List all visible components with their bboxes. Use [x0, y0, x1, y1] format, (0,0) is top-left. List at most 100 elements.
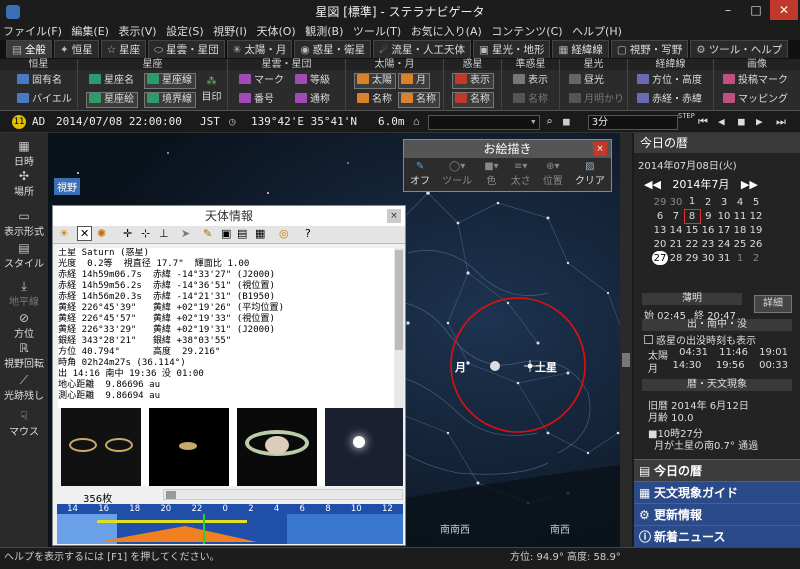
location-button[interactable]: ✣ 場所: [0, 169, 48, 198]
horizon-button[interactable]: ⤓ 地平線: [0, 279, 48, 308]
nebula-mag-toggle[interactable]: 等級: [292, 73, 334, 89]
tab-tools-help[interactable]: ⚙ ツール・ヘルプ: [690, 40, 789, 58]
palette-close-button[interactable]: ×: [593, 142, 607, 156]
search-input[interactable]: [428, 115, 540, 130]
moon-name-toggle[interactable]: 名称: [398, 92, 440, 108]
crossed-icon[interactable]: ✕: [77, 226, 93, 241]
thumbnail[interactable]: [325, 408, 403, 486]
thumbnail[interactable]: [237, 408, 317, 486]
menu-help[interactable]: ヘルプ(H): [572, 25, 622, 38]
thumbnail[interactable]: [61, 408, 141, 486]
detail-button[interactable]: 詳細: [754, 295, 792, 313]
mouse-button[interactable]: ☟ マウス: [0, 409, 48, 438]
tab-grid[interactable]: ▦ 経緯線: [552, 40, 609, 58]
search-icon[interactable]: ⌕: [546, 111, 553, 133]
location-icon[interactable]: ⌂: [413, 111, 420, 133]
draw-position-button[interactable]: ⊕▾ 位置: [543, 161, 563, 187]
radec-grid-toggle[interactable]: 赤経・赤緯: [634, 92, 706, 108]
const-boundary-toggle[interactable]: 境界線: [144, 92, 196, 108]
planet-rise-checkbox[interactable]: 惑星の出没時刻も表示: [644, 332, 756, 347]
display-mode-button[interactable]: ▭ 表示形式: [0, 209, 48, 238]
daylight-toggle[interactable]: 昼光: [566, 73, 608, 89]
bayer-toggle[interactable]: バイエル: [14, 92, 76, 108]
nav-news[interactable]: ⓘ 新着ニュース: [634, 525, 800, 547]
sky-scrollbar[interactable]: [620, 133, 632, 547]
tab-sun-moon[interactable]: ✳ 太陽・月: [226, 40, 293, 58]
tab-stars[interactable]: ✦ 恒星: [53, 40, 99, 58]
skip-forward-icon[interactable]: ⏭: [776, 111, 786, 133]
draw-tool-button[interactable]: ◯▾ ツール: [442, 161, 472, 187]
planet-show-toggle[interactable]: 表示: [452, 73, 494, 89]
clock-icon[interactable]: ◷: [229, 111, 236, 133]
move-icon[interactable]: ⊹: [141, 227, 150, 240]
tab-constellations[interactable]: ☆ 星座: [100, 40, 147, 58]
chevron-down-icon[interactable]: ▾: [530, 111, 537, 133]
trail-button[interactable]: ⟋ 光跡残し: [0, 373, 48, 402]
window-icon[interactable]: ▣: [221, 227, 231, 240]
nebula-number-toggle[interactable]: 番号: [236, 92, 278, 108]
menu-file[interactable]: ファイル(F): [3, 25, 62, 38]
image-icon[interactable]: ▦: [255, 227, 265, 240]
target-icon[interactable]: ◎: [279, 227, 289, 240]
menu-favorites[interactable]: お気に入り(A): [411, 25, 482, 38]
nav-today[interactable]: ▤ 今日の暦: [634, 459, 800, 481]
dwarf-show-toggle[interactable]: 表示: [510, 73, 552, 89]
proper-name-toggle[interactable]: 固有名: [14, 73, 66, 89]
moonlight-toggle[interactable]: 月明かり: [566, 92, 628, 108]
thumbnail[interactable]: [149, 408, 229, 486]
tab-general[interactable]: ▤ 全般: [6, 40, 52, 58]
tab-meteors[interactable]: ☄ 流星・人工天体: [373, 40, 472, 58]
altaz-grid-toggle[interactable]: 方位・高度: [634, 73, 706, 89]
menu-settings[interactable]: 設定(S): [166, 25, 204, 38]
crosshair-icon[interactable]: ✛: [123, 227, 132, 240]
draw-width-button[interactable]: ≡▾ 太さ: [511, 161, 531, 187]
menu-edit[interactable]: 編集(E): [71, 25, 109, 38]
bulb-icon[interactable]: ✺: [97, 227, 106, 240]
const-name-toggle[interactable]: 星座名: [86, 73, 138, 89]
tab-nebulae[interactable]: ⬭ 星雲・星団: [148, 40, 225, 58]
draw-color-button[interactable]: ■▾ 色: [484, 161, 498, 187]
menu-tools[interactable]: ツール(T): [353, 25, 401, 38]
pointer-icon[interactable]: ➤: [181, 227, 190, 240]
sun-name-toggle[interactable]: 名称: [354, 92, 396, 108]
tab-field[interactable]: ▢ 視野・写野: [610, 40, 689, 58]
const-line-toggle[interactable]: 星座線: [144, 73, 196, 89]
moon-label[interactable]: 月: [455, 359, 466, 375]
image-scrollbar[interactable]: [163, 489, 403, 500]
step-select[interactable]: 3分: [588, 115, 678, 130]
post-mark-toggle[interactable]: 投稿マーク: [720, 73, 792, 89]
datetime-button[interactable]: ▦ 日時: [0, 139, 48, 168]
next-year-icon[interactable]: ▶▶: [741, 178, 758, 191]
tab-planets[interactable]: ◉ 惑星・衛星: [294, 40, 372, 58]
planet-name-toggle[interactable]: 名称: [452, 92, 494, 108]
menu-object[interactable]: 天体(O): [256, 25, 295, 38]
selected-day[interactable]: 8: [683, 208, 701, 224]
minimize-button[interactable]: –: [714, 0, 742, 20]
time-mode-icon[interactable]: 11: [12, 115, 26, 129]
style-button[interactable]: ▤ スタイル: [0, 241, 48, 270]
edit-icon[interactable]: ✎: [203, 227, 212, 240]
sun-toggle[interactable]: 太陽: [354, 73, 396, 89]
menu-observe[interactable]: 観測(B): [305, 25, 343, 38]
nebula-mark-toggle[interactable]: マーク: [236, 73, 288, 89]
pan-icon[interactable]: ⊥: [159, 227, 169, 240]
nav-updates[interactable]: ⚙ 更新情報: [634, 503, 800, 525]
step-back-icon[interactable]: ◀: [718, 111, 725, 133]
mapping-toggle[interactable]: マッピング: [720, 92, 792, 108]
datetime-field[interactable]: 2014/07/08 22:00:00: [56, 111, 182, 133]
sun-icon[interactable]: ☀: [59, 227, 69, 240]
info-scrollbar[interactable]: [394, 248, 404, 408]
altitude-timeline[interactable]: 14 16 18 20 22 0 2 4 6 8 10 12: [57, 504, 403, 544]
help-icon[interactable]: ?: [305, 227, 311, 240]
menu-fov[interactable]: 視野(I): [213, 25, 247, 38]
saturn-label[interactable]: 土星: [535, 359, 557, 375]
const-figure-toggle[interactable]: 星座絵: [86, 92, 138, 108]
step-forward-icon[interactable]: ▶: [756, 111, 763, 133]
direction-button[interactable]: ⊘ 方位: [0, 311, 48, 340]
altitude-field[interactable]: 6.0m: [378, 111, 405, 133]
menu-contents[interactable]: コンテンツ(C): [491, 25, 562, 38]
info-close-button[interactable]: ×: [387, 209, 401, 223]
rotate-button[interactable]: ℝ 視野回転: [0, 341, 48, 370]
draw-off-button[interactable]: ✎ オフ: [410, 161, 430, 187]
dwarf-name-toggle[interactable]: 名称: [510, 92, 552, 108]
